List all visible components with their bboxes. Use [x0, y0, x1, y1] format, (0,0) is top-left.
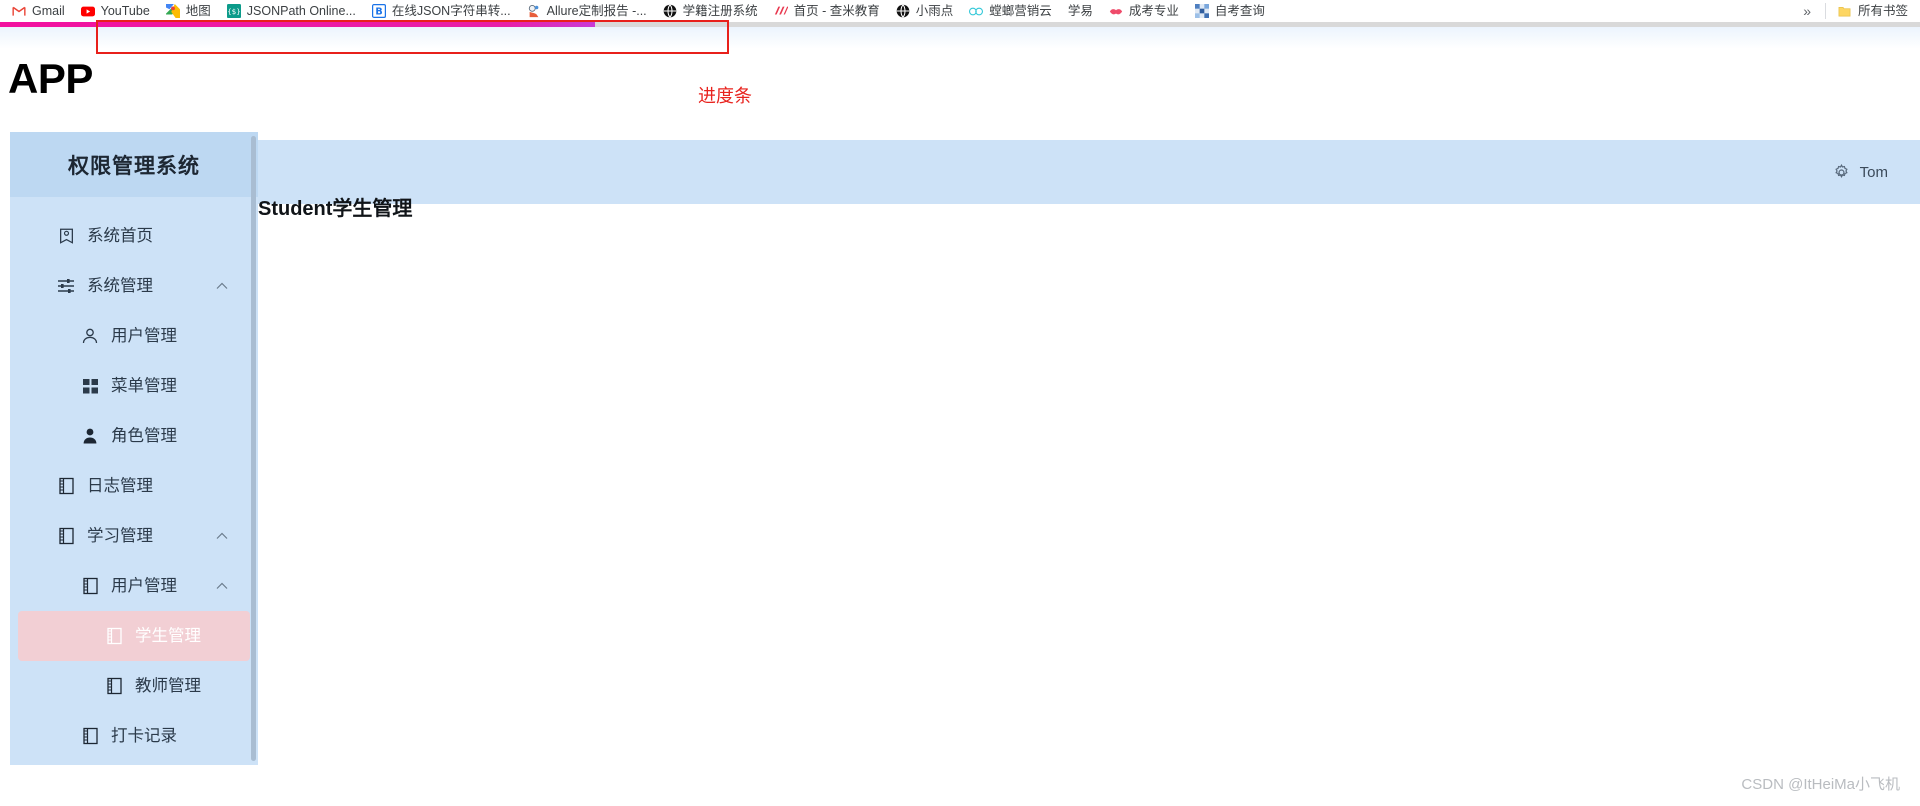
bookmark-label: Gmail [32, 3, 65, 18]
bookmark-overflow-button[interactable]: » [1793, 3, 1821, 19]
lips-icon [1109, 4, 1123, 18]
sidebar-title: 权限管理系统 [68, 154, 200, 178]
bookmark-divider [1824, 3, 1826, 19]
user-outline-icon [80, 326, 100, 346]
notebook-icon [104, 626, 124, 646]
all-bookmarks-button[interactable]: 所有书签 [1830, 1, 1916, 21]
youtube-icon [80, 4, 95, 18]
bookmark-label: 在线JSON字符串转... [391, 3, 511, 18]
sidebar-item-label: 学习管理 [87, 526, 153, 545]
sidebar-item-system-home[interactable]: 系统首页 [18, 211, 250, 261]
sidebar-item-label: 日志管理 [87, 476, 153, 495]
sidebar-item-label: 打卡记录 [111, 726, 177, 745]
sidebar-item-user-management[interactable]: 用户管理 [18, 311, 250, 361]
bookmark-xueji[interactable]: 学籍注册系统 [655, 1, 766, 21]
bookmark-mantis[interactable]: 螳螂营销云 [961, 1, 1060, 21]
page-progress-bar-fill [0, 22, 596, 27]
gear-icon[interactable] [1833, 163, 1850, 181]
sidebar-item-label: 系统管理 [87, 276, 153, 295]
mantis-icon [969, 4, 984, 18]
bookmark-chengkao[interactable]: 成考专业 [1101, 1, 1187, 21]
browser-bookmark-bar: Gmail YouTube 地图 {$} JSONPath Online... … [0, 0, 1920, 22]
bookmark-label: 学易 [1067, 3, 1093, 18]
all-bookmarks-label: 所有书签 [1857, 3, 1908, 18]
mosaic-icon [1194, 4, 1209, 18]
page-progress-bar-track [0, 22, 1920, 27]
sidebar-item-label: 系统首页 [87, 226, 153, 245]
globe-icon [663, 4, 677, 18]
chevron-up-icon[interactable] [216, 580, 228, 592]
bookmark-label: YouTube [100, 3, 150, 18]
watermark: CSDN @ItHeiMa小飞机 [1741, 776, 1900, 793]
chami-icon [774, 4, 788, 18]
sidebar-item-label: 学生管理 [135, 626, 201, 645]
user-name: Tom [1859, 163, 1888, 181]
sidebar: 权限管理系统 系统首页 系统管理 用户管理 菜单管理 角色管理 日志管理 学习管… [10, 132, 258, 765]
bookmark-youtube[interactable]: YouTube [73, 1, 158, 21]
sidebar-item-menu-management[interactable]: 菜单管理 [18, 361, 250, 411]
notebook-icon [80, 726, 100, 746]
sidebar-item-label: 教师管理 [135, 676, 201, 695]
notebook-icon [104, 676, 124, 696]
jsonpath-icon: {$} [226, 4, 241, 18]
globe-icon [896, 4, 910, 18]
notebook-icon [80, 576, 100, 596]
sidebar-item-user-management-sub[interactable]: 用户管理 [18, 561, 250, 611]
progress-glow [0, 27, 1920, 49]
bookmark-gmail[interactable]: Gmail [4, 1, 73, 21]
user-menu[interactable]: Tom [1833, 163, 1888, 181]
sliders-icon [56, 276, 76, 296]
bookmark-maps[interactable]: 地图 [158, 1, 219, 21]
chevron-up-icon[interactable] [216, 530, 228, 542]
bookmark-label: 螳螂营销云 [989, 3, 1052, 18]
sidebar-scrollbar[interactable] [251, 136, 256, 761]
sidebar-item-study-management[interactable]: 学习管理 [18, 511, 250, 561]
sidebar-item-teacher-management[interactable]: 教师管理 [18, 661, 250, 711]
bookmark-label: 自考查询 [1214, 3, 1265, 18]
page-title: APP [8, 55, 93, 102]
bookmark-label: 首页 - 查米教育 [793, 3, 880, 18]
bookmark-label: 成考专业 [1128, 3, 1179, 18]
sidebar-item-checkin-records[interactable]: 打卡记录 [18, 711, 250, 761]
sidebar-item-label: 角色管理 [111, 426, 177, 445]
bookmark-zikao[interactable]: 自考查询 [1187, 1, 1273, 21]
annotation-label: 进度条 [698, 86, 752, 107]
chevron-up-icon[interactable] [216, 280, 228, 292]
bejson-icon: B [371, 4, 386, 18]
bookmark-xiaoyudian[interactable]: 小雨点 [888, 1, 962, 21]
home-shield-icon [56, 226, 76, 246]
sidebar-item-role-management[interactable]: 角色管理 [18, 411, 250, 461]
bookmark-label: Allure定制报告 -... [546, 3, 647, 18]
grid-icon [80, 376, 100, 396]
bookmark-chami[interactable]: 首页 - 查米教育 [766, 1, 888, 21]
folder-icon [1838, 4, 1852, 18]
svg-text:{$}: {$} [227, 8, 240, 16]
bookmark-jsonpath[interactable]: {$} JSONPath Online... [219, 1, 364, 21]
user-solid-icon [80, 426, 100, 446]
sidebar-menu: 系统首页 系统管理 用户管理 菜单管理 角色管理 日志管理 学习管理 用户管理 … [10, 197, 258, 761]
notebook-icon [56, 476, 76, 496]
gmail-icon [12, 4, 26, 18]
sidebar-item-label: 用户管理 [111, 326, 177, 345]
bookmark-label: JSONPath Online... [246, 3, 356, 18]
sidebar-item-log-management[interactable]: 日志管理 [18, 461, 250, 511]
notebook-icon [56, 526, 76, 546]
bookmark-label: 地图 [185, 3, 211, 18]
top-bar: Tom [258, 140, 1920, 204]
sidebar-item-system-management[interactable]: 系统管理 [18, 261, 250, 311]
sidebar-header: 权限管理系统 [10, 132, 258, 197]
bookmark-label: 小雨点 [915, 3, 954, 18]
bookmark-label: 学籍注册系统 [682, 3, 758, 18]
bookmark-allure[interactable]: Allure定制报告 -... [519, 1, 655, 21]
sidebar-item-student-management[interactable]: 学生管理 [18, 611, 250, 661]
bookmark-bejson[interactable]: B 在线JSON字符串转... [364, 1, 519, 21]
content-title: Student学生管理 [258, 198, 413, 220]
svg-text:B: B [375, 7, 382, 18]
main-area: Tom Student学生管理 [258, 140, 1920, 766]
sidebar-item-label: 菜单管理 [111, 376, 177, 395]
sidebar-item-label: 用户管理 [111, 576, 177, 595]
google-maps-icon [165, 4, 180, 18]
allure-icon [527, 4, 541, 18]
bookmark-xueyi[interactable]: 学易 [1060, 1, 1101, 21]
